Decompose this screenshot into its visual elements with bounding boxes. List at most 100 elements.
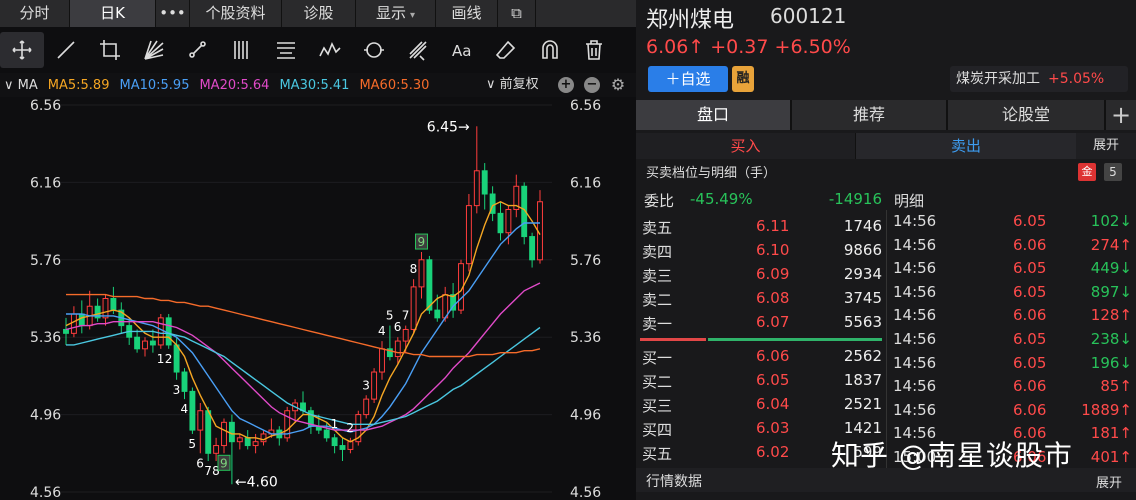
adjust-dropdown[interactable]: ∨ 前复权: [486, 73, 539, 97]
text-tool[interactable]: Aa: [440, 32, 484, 68]
low-annotation: ←4.60: [235, 474, 278, 490]
expand-button[interactable]: 展开: [1096, 472, 1122, 491]
level-price: 6.07: [756, 313, 790, 331]
td-count-label: 4: [378, 324, 386, 338]
tick-price: 6.05: [1013, 259, 1047, 278]
tick-time: 14:56: [893, 306, 937, 325]
level-count-badge[interactable]: 5: [1104, 163, 1122, 181]
tick-time: 14:56: [893, 400, 937, 419]
candle-body: [213, 445, 220, 454]
cycle-tool[interactable]: [352, 32, 396, 68]
level-label: 卖一: [642, 315, 673, 333]
crosshair-tool[interactable]: [0, 32, 44, 68]
parallel-tool[interactable]: [220, 32, 264, 68]
td-count-label: 9: [220, 456, 228, 470]
magnet-tool[interactable]: [528, 32, 572, 68]
line-icon: [57, 41, 75, 59]
zoom-in-icon[interactable]: +: [558, 77, 574, 93]
candle-body: [394, 340, 401, 358]
period-tab[interactable]: 分时: [0, 0, 70, 27]
candle-body: [260, 433, 267, 443]
sell-tab[interactable]: 卖出: [856, 133, 1076, 159]
period-tab[interactable]: 日K: [70, 0, 156, 27]
add-watchlist-button[interactable]: ＋自选: [648, 66, 728, 92]
crosshair-icon: [12, 40, 32, 60]
eraser-icon: [495, 40, 516, 59]
tick-price: 6.05: [1013, 212, 1047, 230]
expand-button[interactable]: 展开: [1076, 133, 1136, 159]
td-count-label: 3: [362, 378, 370, 392]
segment-tool[interactable]: [176, 32, 220, 68]
tab-label: •••: [159, 4, 186, 22]
sector-change: +5.05%: [1048, 71, 1105, 87]
candle-body: [149, 340, 156, 346]
info-tab[interactable]: 盘口: [636, 100, 792, 130]
quote-panel: 郑州煤电 600121 6.06↑ +0.37 +6.50% ＋自选 融 煤炭开…: [636, 0, 1136, 500]
candlestick-chart[interactable]: 6.56 6.56 6.16 6.16 5.76 5.76 5.36 5.36 4.96 4.96…: [0, 97, 636, 500]
tick-price: 6.06: [1013, 306, 1047, 325]
level-label: 买一: [642, 349, 673, 367]
period-tab[interactable]: 画线: [436, 0, 498, 27]
candle-body: [165, 317, 172, 346]
period-tabs: 分时 日K ••• 个股资料 诊股 显示 ▾ 画线 ⧉: [0, 0, 636, 27]
cycle-icon: [364, 42, 384, 58]
tick-price: 6.05: [1013, 282, 1047, 301]
info-tabs: 盘口 推荐 论股堂 +: [636, 100, 1136, 130]
level-vol: 5563: [843, 313, 882, 331]
tab-label: ⧉: [511, 4, 522, 22]
bid-row: 买三 6.04 2521: [636, 392, 886, 416]
ask-row: 卖五 6.11 1746: [636, 214, 886, 238]
tick-list[interactable]: 14:56 6.05 102↓ 14:56 6.06 274↑ 14:56 6.05 449↓ 1…: [886, 210, 1136, 470]
level-price: 6.06: [756, 347, 790, 365]
period-tab[interactable]: •••: [156, 0, 190, 27]
trash-tool[interactable]: [572, 32, 616, 68]
gold-icon[interactable]: 金: [1078, 163, 1096, 181]
sector-tag[interactable]: 煤炭开采加工 +5.05%: [950, 66, 1128, 92]
tick-volume: 102↓: [1090, 212, 1132, 230]
tick-volume: 181↑: [1090, 424, 1132, 443]
gear-icon[interactable]: ⚙: [610, 77, 626, 93]
kline-panel: 分时 日K ••• 个股资料 诊股 显示 ▾ 画线 ⧉ Aa ∨ MA MA5:5.89 MA10…: [0, 0, 636, 500]
pitchfork-tool[interactable]: [396, 32, 440, 68]
chevron-down-icon: ▾: [409, 10, 416, 21]
ticks-title: 明细: [894, 192, 925, 210]
candle-body: [481, 170, 488, 195]
text-lines-tool[interactable]: [264, 32, 308, 68]
tick-row: 14:56 6.05 238↓: [887, 328, 1136, 352]
candle-body: [379, 348, 385, 373]
fan-tool[interactable]: [132, 32, 176, 68]
parallel-icon: [234, 41, 248, 59]
ask-row: 卖二 6.08 3745: [636, 286, 886, 310]
candle-body: [331, 437, 338, 447]
ask-row: 卖三 6.09 2934: [636, 262, 886, 286]
drawing-toolbar: Aa: [0, 30, 636, 70]
ma-toggle[interactable]: ∨ MA: [4, 78, 38, 93]
pitchfork-icon: [409, 41, 427, 61]
line-tool[interactable]: [44, 32, 88, 68]
period-tab[interactable]: 个股资料: [190, 0, 282, 27]
crop-tool[interactable]: [88, 32, 132, 68]
tick-volume: 897↓: [1090, 282, 1132, 301]
y-tick-right: 4.96: [570, 408, 601, 424]
tick-price: 6.06: [1013, 377, 1047, 396]
fan-icon: [144, 40, 164, 60]
info-tab[interactable]: 论股堂: [948, 100, 1106, 130]
plus-icon[interactable]: +: [1106, 100, 1136, 130]
eraser-tool[interactable]: [484, 32, 528, 68]
buy-tab[interactable]: 买入: [636, 133, 856, 159]
zoom-out-icon[interactable]: −: [584, 77, 600, 93]
period-tab[interactable]: 诊股: [282, 0, 356, 27]
y-tick-left: 6.56: [30, 98, 61, 114]
candle-body: [181, 371, 188, 392]
wave-tool[interactable]: [308, 32, 352, 68]
period-tab[interactable]: ⧉: [498, 0, 536, 27]
info-tab[interactable]: 推荐: [792, 100, 948, 130]
level-label: 买二: [642, 373, 673, 391]
ma-value: MA60:5.30: [359, 77, 430, 93]
svg-text:Aa: Aa: [452, 42, 471, 60]
period-tab[interactable]: 显示 ▾: [356, 0, 436, 27]
tick-volume: 85↑: [1100, 377, 1132, 396]
y-tick-left: 4.96: [30, 408, 61, 424]
bid-row: 买一 6.06 2562: [636, 344, 886, 368]
level-label: 买三: [642, 397, 673, 415]
